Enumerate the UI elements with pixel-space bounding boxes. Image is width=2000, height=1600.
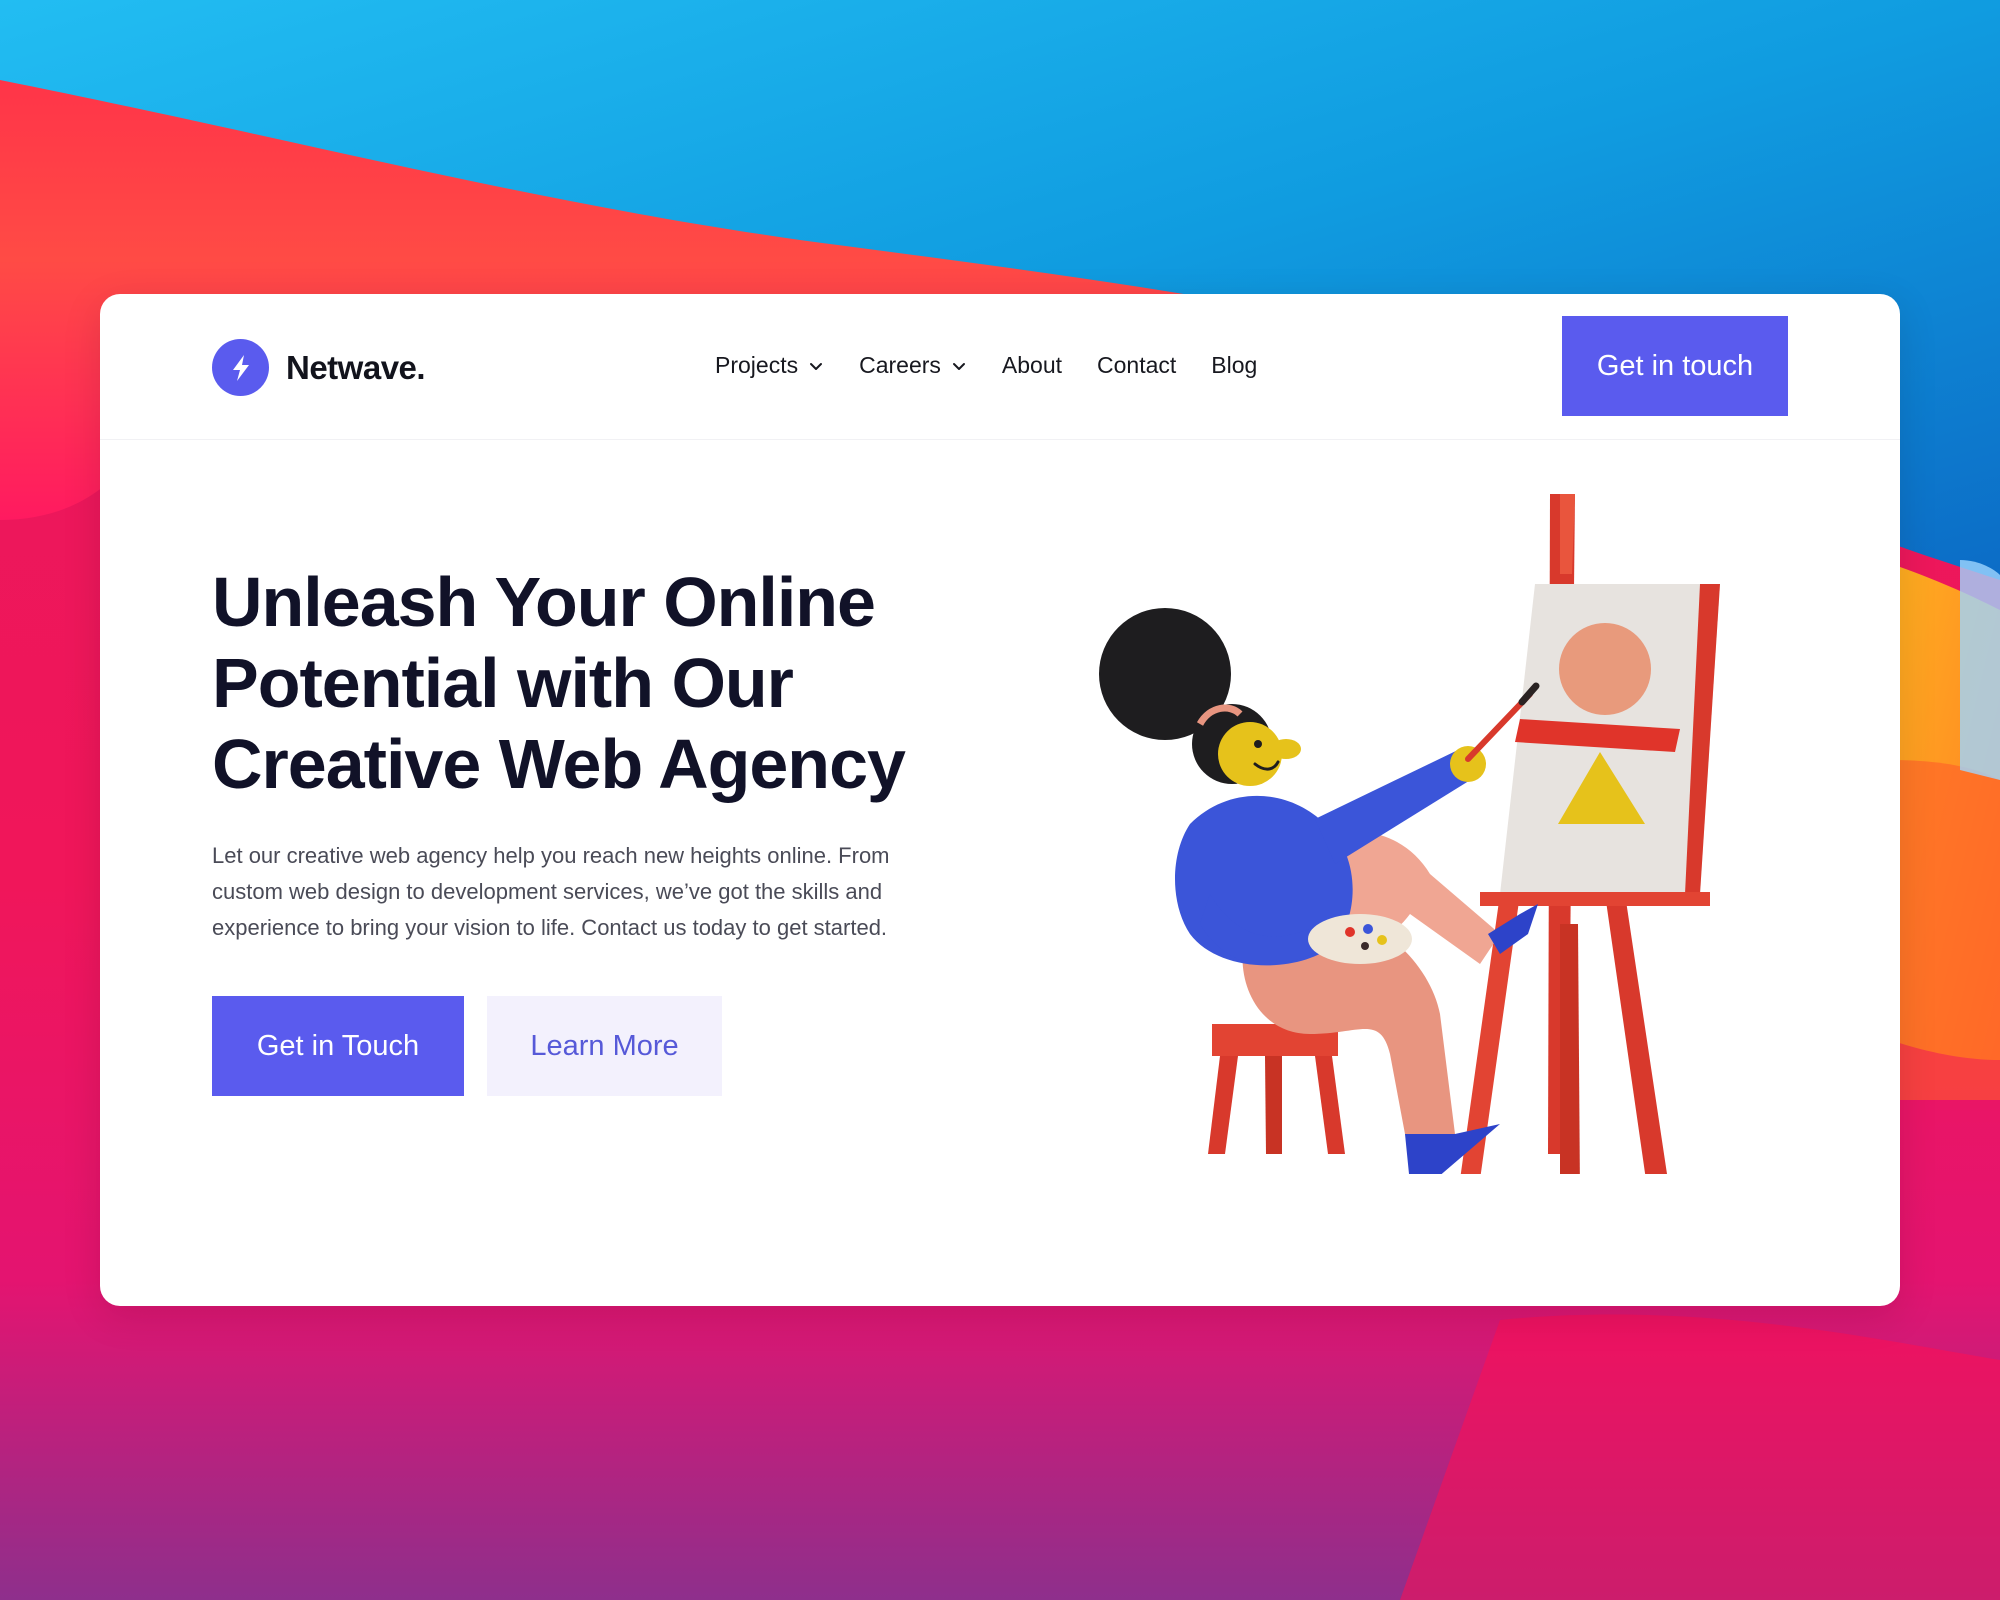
nav-item-projects[interactable]: Projects [715,352,824,379]
nav-item-about[interactable]: About [1002,352,1062,379]
hero-title-line: Potential with Our [212,644,794,722]
brand-name: Netwave. [286,348,426,386]
chevron-down-icon [810,362,823,370]
nav-item-label: Contact [1097,352,1177,378]
hero-title: Unleash Your Online Potential with Our C… [212,562,932,805]
hero-description-line: custom web design to development service… [212,879,883,904]
lightning-bolt-icon [212,339,269,396]
nav-item-label: About [1001,352,1063,378]
hero-title-line: Creative Web Agency [212,725,906,803]
hero-description: Let our creative web agency help you rea… [212,838,932,946]
get-in-touch-nav-button[interactable]: Get in touch [1562,316,1788,416]
artist-painting-at-easel-illustration [1099,494,1720,1174]
hero-description-line: experience to bring your vision to life.… [212,915,888,940]
navbar: Netwave. Projects Careers About Contact [100,294,1900,440]
nav-item-label: Blog [1211,352,1258,378]
learn-more-button[interactable]: Learn More [487,996,722,1096]
get-in-touch-button[interactable]: Get in Touch [212,996,464,1096]
chevron-down-icon [952,362,965,370]
nav-item-careers[interactable]: Careers [859,352,967,379]
main-nav: Projects Careers About Contact Blog [715,352,1292,379]
nav-item-label: Careers [859,352,941,378]
hero-description-line: Let our creative web agency help you rea… [212,843,890,868]
hero-title-line: Unleash Your Online [212,563,876,641]
nav-item-label: Projects [715,352,799,378]
brand[interactable]: Netwave. [212,339,426,396]
nav-item-blog[interactable]: Blog [1211,352,1257,379]
nav-item-contact[interactable]: Contact [1097,352,1176,379]
website-card: Netwave. Projects Careers About Contact [100,294,1900,1306]
